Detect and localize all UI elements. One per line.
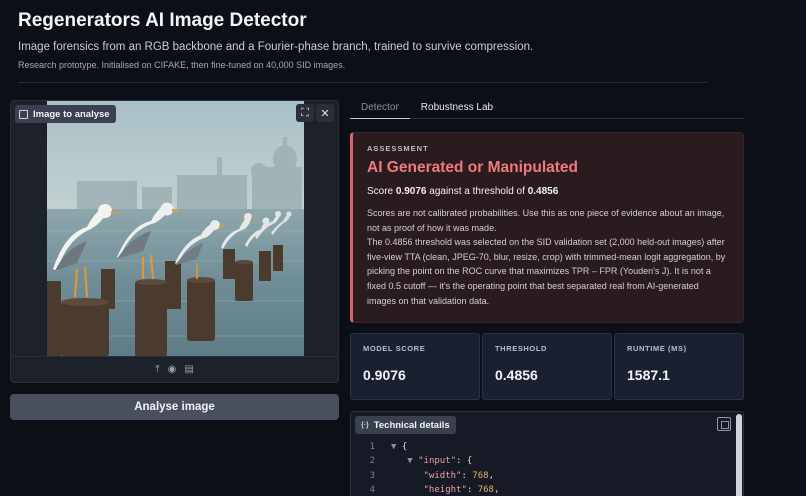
tab-bar: Detector Robustness Lab — [350, 99, 744, 119]
assessment-score-line: Score 0.9076 against a threshold of 0.48… — [367, 185, 729, 198]
uploaded-image-seagulls — [47, 101, 304, 357]
code-line: 1 ▼ { — [351, 440, 731, 454]
technical-details-label: {·} Technical details — [355, 416, 456, 434]
metric-value: 0.4856 — [495, 367, 538, 383]
code-braces-icon: {·} — [361, 421, 369, 429]
code-number: 768 — [472, 470, 489, 481]
score-value: 0.9076 — [395, 186, 427, 197]
code-token: , — [488, 470, 494, 481]
assessment-card: ASSESSMENT AI Generated or Manipulated S… — [350, 132, 744, 323]
json-viewer: 1 ▼ { 2 ▼ "input": { 3 "width": 768, 4 "… — [351, 440, 731, 496]
image-upload-panel[interactable]: Image to analyse ⛶ ✕ ⤒ ◉ ▤ — [10, 100, 339, 383]
clipboard-icon[interactable]: ▤ — [184, 364, 193, 375]
code-key: "height" — [423, 484, 467, 495]
metric-value: 0.9076 — [363, 367, 406, 383]
page-title: Regenerators AI Image Detector — [18, 10, 307, 31]
tab-detector[interactable]: Detector — [350, 99, 410, 119]
code-key: "input" — [418, 456, 457, 467]
fullscreen-icon[interactable]: ⛶ — [296, 104, 314, 122]
code-token: : { — [456, 456, 473, 467]
assessment-paragraph-1: Scores are not calibrated probabilities.… — [367, 208, 725, 233]
assessment-verdict: AI Generated or Manipulated — [367, 159, 579, 176]
code-token: , — [493, 484, 500, 495]
code-line: 4 "height": 768, — [351, 483, 731, 496]
close-icon[interactable]: ✕ — [316, 104, 334, 122]
collapse-toggle-icon[interactable]: ▼ — [391, 442, 396, 452]
line-number: 4 — [369, 484, 375, 495]
code-line: 2 ▼ "input": { — [351, 454, 731, 468]
image-icon — [19, 109, 28, 119]
code-key: "width" — [423, 470, 462, 481]
code-token: { — [401, 442, 408, 452]
technical-details-panel: {·} Technical details 1 ▼ { 2 ▼ "input":… — [350, 411, 744, 496]
page-header: Regenerators AI Image Detector Image for… — [18, 8, 718, 71]
assessment-kicker: ASSESSMENT — [367, 144, 429, 153]
line-number: 3 — [369, 470, 375, 481]
code-line: 3 "width": 768, — [351, 469, 731, 483]
copy-icon[interactable] — [717, 417, 731, 431]
metric-label: RUNTIME (MS) — [627, 344, 687, 353]
analyse-image-button[interactable]: Analyse image — [10, 394, 339, 420]
technical-details-label-text: Technical details — [373, 419, 450, 431]
code-token: : — [466, 484, 478, 495]
scrollbar[interactable] — [736, 414, 742, 496]
code-token: : — [461, 470, 473, 481]
line-number: 2 — [369, 456, 375, 467]
assessment-explanation: Scores are not calibrated probabilities.… — [367, 206, 729, 308]
image-panel-label-text: Image to analyse — [33, 108, 110, 120]
metric-threshold: THRESHOLD 0.4856 — [482, 333, 612, 400]
metric-runtime: RUNTIME (MS) 1587.1 — [614, 333, 744, 400]
score-prefix: Score — [367, 186, 396, 197]
upload-icon[interactable]: ⤒ — [155, 364, 159, 375]
image-panel-label: Image to analyse — [15, 105, 116, 123]
image-source-toolbar: ⤒ ◉ ▤ — [11, 356, 338, 382]
header-divider — [18, 82, 708, 83]
metrics-row: MODEL SCORE 0.9076 THRESHOLD 0.4856 RUNT… — [350, 333, 744, 400]
page-note: Research prototype. Initialised on CIFAK… — [18, 60, 346, 70]
image-panel-controls: ⛶ ✕ — [296, 104, 334, 122]
assessment-paragraph-2: The 0.4856 threshold was selected on the… — [367, 237, 726, 306]
metric-model-score: MODEL SCORE 0.9076 — [350, 333, 480, 400]
threshold-value: 0.4856 — [527, 186, 559, 197]
metric-value: 1587.1 — [627, 367, 670, 383]
line-number: 1 — [369, 442, 375, 452]
collapse-toggle-icon[interactable]: ▼ — [407, 456, 412, 466]
code-number: 768 — [477, 484, 494, 495]
tab-robustness-lab[interactable]: Robustness Lab — [410, 99, 504, 119]
metric-label: THRESHOLD — [495, 344, 548, 353]
webcam-icon[interactable]: ◉ — [168, 364, 177, 375]
score-middle: against a threshold of — [426, 186, 528, 197]
page-subtitle: Image forensics from an RGB backbone and… — [18, 41, 534, 53]
metric-label: MODEL SCORE — [363, 344, 426, 353]
